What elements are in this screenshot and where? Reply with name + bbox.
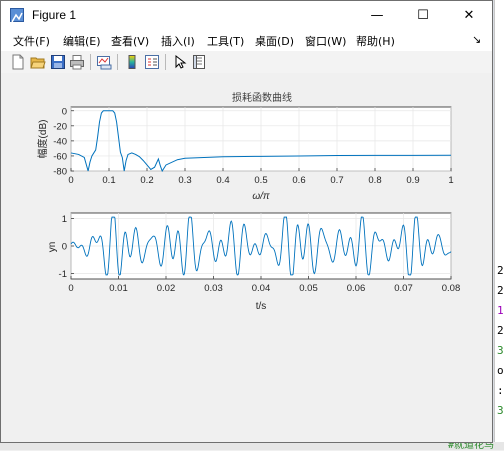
x-tick-label: 0.04 — [252, 283, 271, 294]
menu-file[interactable]: 文件(F) — [13, 33, 50, 49]
bg-text-5: o — [497, 364, 504, 377]
x-tick-label: 1 — [448, 175, 453, 186]
menu-insert[interactable]: 插入(I) — [161, 33, 195, 49]
ax1-title: 损耗函数曲线 — [232, 91, 292, 104]
background-editor-bottom: #就道花鸟 — [0, 440, 504, 451]
x-tick-label: 0.8 — [368, 175, 381, 186]
ax1-xlabel: ω/π — [252, 191, 270, 202]
x-tick-label: 0.1 — [102, 175, 115, 186]
y-tick-label: -20 — [53, 121, 67, 132]
x-tick-label: 0.5 — [254, 175, 267, 186]
link-plot-icon[interactable] — [96, 54, 112, 70]
menu-tools[interactable]: 工具(T) — [207, 33, 244, 49]
maximize-button[interactable]: ☐ — [400, 1, 446, 31]
toolbar-separator — [90, 54, 91, 70]
property-editor-icon[interactable] — [191, 54, 207, 70]
menu-bar: 文件(F) 编辑(E) 查看(V) 插入(I) 工具(T) 桌面(D) 窗口(W… — [1, 31, 492, 51]
background-editor-strip: 2 2 1 2 3 o : 3 — [494, 0, 504, 450]
x-tick-label: 0.07 — [394, 283, 413, 294]
menu-help[interactable]: 帮助(H) — [356, 33, 395, 49]
colorbar-icon[interactable] — [124, 54, 140, 70]
figure-canvas[interactable]: 损耗函数曲线 0 0.1 0.2 0.3 0.4 0.5 0.6 0.7 0.8 0.9 1 0 -2… — [1, 73, 492, 442]
loss-function-axes[interactable]: 损耗函数曲线 0 0.1 0.2 0.3 0.4 0.5 0.6 0.7 0.8 0.9 1 0 -2… — [36, 91, 454, 202]
y-tick-label: -40 — [53, 136, 67, 147]
x-tick-label: 0.06 — [347, 283, 366, 294]
toolbar-separator — [117, 54, 118, 70]
bg-text-2: 1 — [497, 304, 504, 317]
minimize-button[interactable]: — — [354, 1, 400, 31]
new-figure-icon[interactable] — [10, 54, 26, 70]
x-tick-label: 0.2 — [140, 175, 153, 186]
dock-figure-icon[interactable]: ↘ — [472, 33, 481, 46]
menu-desktop[interactable]: 桌面(D) — [255, 33, 294, 49]
x-tick-label: 0.7 — [330, 175, 343, 186]
menu-edit[interactable]: 编辑(E) — [63, 33, 101, 49]
title-bar[interactable]: Figure 1 — ☐ ✕ — [1, 1, 492, 31]
y-tick-label: 0 — [62, 242, 67, 253]
signal-axes[interactable]: 0 0.01 0.02 0.03 0.04 0.05 0.06 0.07 0.08 10-1 t… — [47, 212, 461, 312]
x-tick-label: 0 — [68, 175, 73, 186]
y-tick-label: -80 — [53, 167, 67, 178]
x-tick-label: 0 — [68, 283, 73, 294]
bg-text-1: 2 — [497, 284, 504, 297]
x-tick-label: 0.05 — [299, 283, 318, 294]
bg-text-4: 3 — [497, 344, 504, 357]
x-tick-label: 0.9 — [406, 175, 419, 186]
y-tick-label: 1 — [62, 214, 67, 225]
ax1-ylabel: 幅度(dB) — [36, 120, 49, 159]
menu-window[interactable]: 窗口(W) — [305, 33, 346, 49]
x-tick-label: 0.08 — [442, 283, 461, 294]
matlab-figure-icon — [10, 8, 24, 23]
open-file-icon[interactable] — [30, 54, 46, 70]
toolbar-separator — [165, 54, 166, 70]
x-tick-label: 0.02 — [157, 283, 176, 294]
legend-icon[interactable] — [144, 54, 160, 70]
x-tick-label: 0.4 — [216, 175, 229, 186]
close-button[interactable]: ✕ — [446, 1, 492, 31]
bg-text-6: : — [497, 384, 504, 397]
print-icon[interactable] — [69, 54, 85, 70]
ax2-ylabel: yn — [47, 242, 58, 253]
bg-text-3: 2 — [497, 324, 504, 337]
window-title: Figure 1 — [32, 8, 77, 22]
plots-svg[interactable]: 损耗函数曲线 0 0.1 0.2 0.3 0.4 0.5 0.6 0.7 0.8 0.9 1 0 -2… — [1, 73, 492, 442]
y-tick-label: -60 — [53, 151, 67, 162]
ax2-xlabel: t/s — [256, 301, 267, 312]
x-tick-label: 0.6 — [292, 175, 305, 186]
y-tick-label: -1 — [59, 269, 67, 280]
x-tick-label: 0.03 — [204, 283, 223, 294]
save-icon[interactable] — [50, 54, 66, 70]
bg-text-0: 2 — [497, 264, 504, 277]
figure-window: Figure 1 — ☐ ✕ 文件(F) 编辑(E) 查看(V) 插入(I) 工… — [0, 0, 493, 443]
pointer-icon[interactable] — [172, 54, 188, 70]
x-tick-label: 0.01 — [109, 283, 128, 294]
bg-text-7: 3 — [497, 404, 504, 417]
x-tick-label: 0.3 — [178, 175, 191, 186]
menu-view[interactable]: 查看(V) — [111, 33, 149, 49]
figure-toolbar — [1, 51, 492, 74]
y-tick-label: 0 — [62, 106, 67, 117]
